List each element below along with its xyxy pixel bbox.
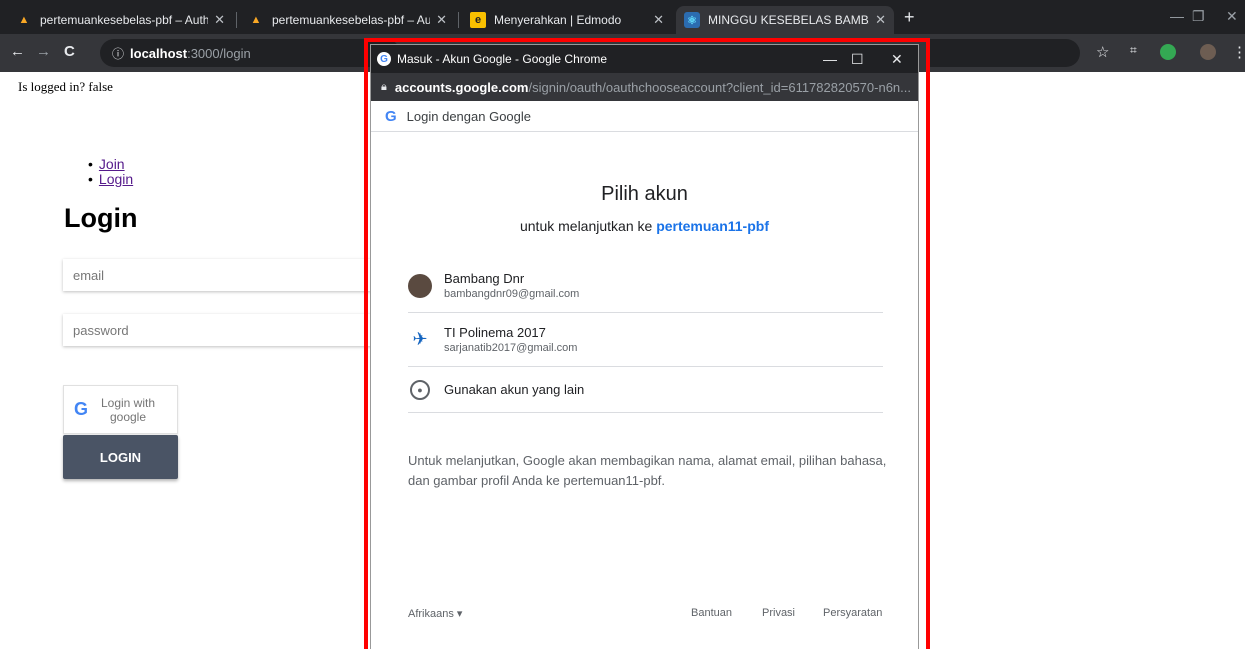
menu-kebab-icon[interactable]: ⋮ <box>1232 43 1245 61</box>
app-name-link[interactable]: pertemuan11-pbf <box>656 218 769 234</box>
nav-item-join: Join <box>88 157 133 172</box>
choose-account-subheading: untuk melanjutkan ke pertemuan11-pbf <box>371 218 918 234</box>
language-select[interactable]: Afrikaans ▾ <box>408 607 462 620</box>
use-another-account-label: Gunakan akun yang lain <box>444 382 585 397</box>
account-email: bambangdnr09@gmail.com <box>444 288 580 300</box>
tab-separator <box>236 12 237 28</box>
lock-icon: 🔒︎ <box>381 80 387 93</box>
page-nav: Join Login <box>88 157 133 187</box>
account-name: TI Polinema 2017 <box>444 325 546 340</box>
login-status-text: Is logged in? false <box>18 79 113 94</box>
tab-separator <box>458 12 459 28</box>
extension-green-icon[interactable] <box>1160 44 1176 60</box>
google-login-button[interactable]: G Login with google <box>63 385 178 434</box>
tab-label: Menyerahkan | Edmodo <box>494 13 622 27</box>
language-label: Afrikaans <box>408 608 454 620</box>
login-link[interactable]: Login <box>99 171 133 187</box>
google-signin-popup: G Masuk - Akun Google - Google Chrome — … <box>370 44 919 649</box>
account-name: Bambang Dnr <box>444 271 525 286</box>
tab-active-minggu[interactable]: ⚛ MINGGU KESEBELAS BAMBANG ✕ <box>676 6 894 34</box>
account-item-ti-polinema[interactable]: ✈ TI Polinema 2017 sarjanatib2017@gmail.… <box>408 313 883 367</box>
tab-label: pertemuankesebelas-pbf – Authe <box>272 13 431 27</box>
tab-firebase-auth-2[interactable]: ▲ pertemuankesebelas-pbf – Authe ✕ <box>240 6 455 34</box>
minimize-icon[interactable]: — <box>1170 8 1184 24</box>
close-icon[interactable]: ✕ <box>653 12 664 28</box>
close-icon[interactable]: ✕ <box>214 12 225 28</box>
join-link[interactable]: Join <box>99 156 125 172</box>
person-circle-icon: ● <box>410 379 430 400</box>
new-tab-button[interactable]: + <box>904 7 915 28</box>
google-logo-icon: G <box>385 107 397 125</box>
login-button[interactable]: LOGIN <box>63 435 178 479</box>
help-link[interactable]: Bantuan <box>691 607 732 619</box>
firebase-icon: ▲ <box>18 14 30 26</box>
address-path: :3000/login <box>187 45 251 61</box>
caret-down-icon: ▾ <box>456 608 463 620</box>
restore-icon[interactable]: ❐ <box>1192 8 1205 25</box>
address-host: localhost <box>130 45 188 61</box>
popup-url-host: accounts.google.com <box>394 79 529 95</box>
address-bar[interactable]: ⓘ localhost:3000/login <box>100 39 400 67</box>
account-text: Bambang Dnr bambangdnr09@gmail.com <box>444 271 579 300</box>
popup-title-bar: G Masuk - Akun Google - Google Chrome — … <box>371 45 918 73</box>
reload-icon[interactable]: C <box>64 43 75 60</box>
privacy-link[interactable]: Privasi <box>762 607 795 619</box>
page-title: Login <box>64 203 138 233</box>
account-item-bambang[interactable]: Bambang Dnr bambangdnr09@gmail.com <box>408 259 883 313</box>
popup-window-title: Masuk - Akun Google - Google Chrome <box>397 52 608 66</box>
profile-avatar[interactable] <box>1200 44 1216 60</box>
close-icon[interactable]: ✕ <box>875 12 886 28</box>
account-email: sarjanatib2017@gmail.com <box>444 342 578 354</box>
bookmark-star-icon[interactable]: ☆ <box>1096 43 1109 61</box>
tab-edmodo[interactable]: e Menyerahkan | Edmodo ✕ <box>462 6 672 34</box>
use-another-account[interactable]: ● Gunakan akun yang lain <box>408 367 883 413</box>
consent-text: Untuk melanjutkan, Google akan membagika… <box>408 453 887 488</box>
tab-firebase-auth-1[interactable]: ▲ pertemuankesebelas-pbf – Authe ✕ <box>8 6 233 34</box>
address-bar-end[interactable] <box>930 39 1080 67</box>
avatar <box>408 273 432 298</box>
close-icon[interactable]: ✕ <box>436 12 447 28</box>
react-icon: ⚛ <box>684 12 700 28</box>
tab-label: pertemuankesebelas-pbf – Authe <box>40 13 209 27</box>
popup-url-path: /signin/oauth/oauthchooseaccount?client_… <box>528 79 911 95</box>
nav-item-login: Login <box>88 172 133 187</box>
chrome-google-icon: G <box>377 52 391 66</box>
email-field[interactable]: email <box>63 259 373 291</box>
extension-nl-icon[interactable]: ⌗ <box>1130 43 1137 58</box>
popup-header-label: Login dengan Google <box>406 108 532 124</box>
info-icon[interactable]: ⓘ <box>112 45 124 62</box>
close-window-icon[interactable]: ✕ <box>1226 8 1238 25</box>
choose-account-heading: Pilih akun <box>601 183 688 205</box>
tab-label: MINGGU KESEBELAS BAMBANG <box>708 13 869 27</box>
minimize-icon[interactable]: — <box>823 51 837 67</box>
subheading-prefix: untuk melanjutkan ke <box>519 218 653 234</box>
account-text: TI Polinema 2017 sarjanatib2017@gmail.co… <box>444 325 577 354</box>
browser-tab-strip: ▲ pertemuankesebelas-pbf – Authe ✕ ▲ per… <box>0 0 1245 34</box>
popup-address-bar: 🔒︎ accounts.google.com/signin/oauth/oaut… <box>371 73 918 101</box>
popup-header: G Login dengan Google <box>371 101 918 132</box>
forward-icon[interactable]: → <box>36 43 51 60</box>
close-icon[interactable]: ✕ <box>891 51 903 68</box>
password-field[interactable]: password <box>63 314 373 346</box>
firebase-icon: ▲ <box>250 14 262 26</box>
back-icon[interactable]: ← <box>10 43 25 60</box>
edmodo-icon: e <box>470 12 486 28</box>
terms-link[interactable]: Persyaratan <box>823 607 882 619</box>
avatar: ✈ <box>408 327 432 352</box>
google-login-label: Login with google <box>100 395 156 424</box>
maximize-icon[interactable]: ☐ <box>851 51 864 68</box>
google-logo-icon: G <box>74 399 89 419</box>
